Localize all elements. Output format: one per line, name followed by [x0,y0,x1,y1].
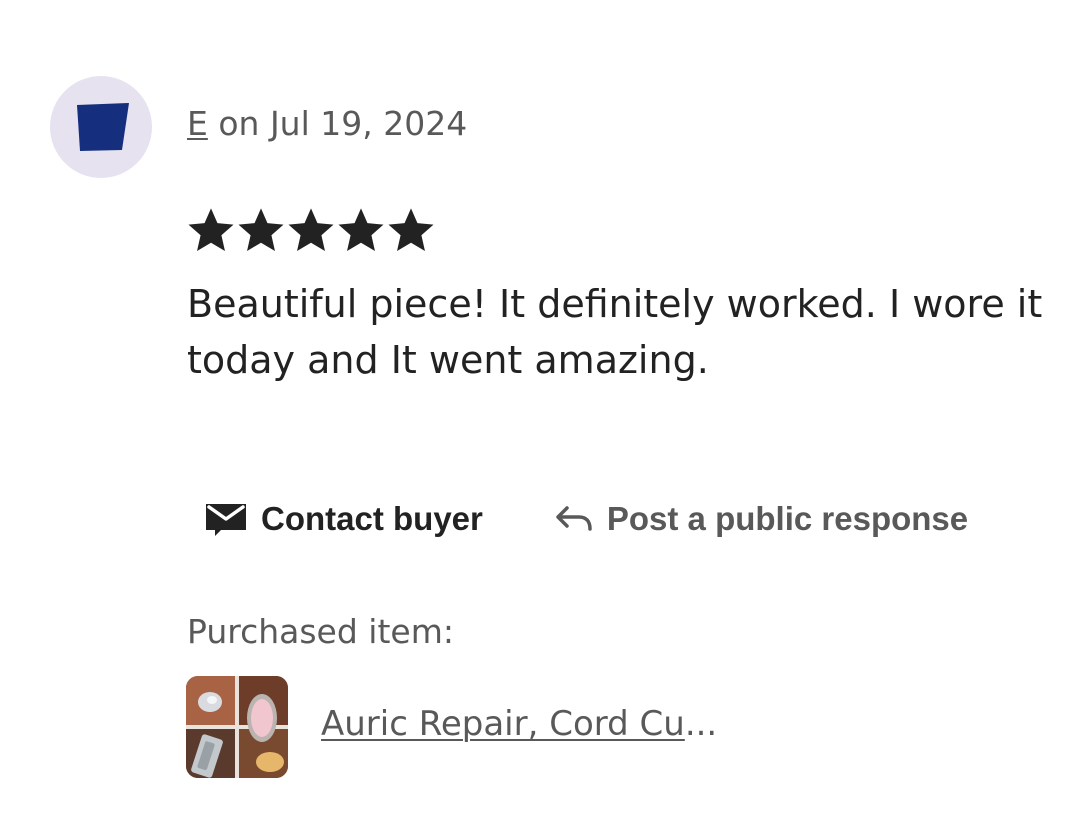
post-public-response-button[interactable]: Post a public response [555,500,968,538]
envelope-icon [205,501,247,537]
reviewer-name-link[interactable]: E [187,104,208,143]
review-header: E on Jul 19, 2024 [187,104,467,143]
review-body: Beautiful piece! It definitely worked. I… [187,282,1043,382]
post-public-response-label: Post a public response [606,500,969,537]
star-icon [188,208,234,252]
purchased-item-link[interactable]: Auric Repair, Cord Cu... [321,704,717,744]
purchased-item-label: Purchased item: [187,612,454,651]
star-icon [388,208,434,252]
title-ellipsis: ... [684,704,718,744]
contact-buyer-button[interactable]: Contact buyer [205,500,483,538]
purchased-item-title: Auric Repair, Cord Cu [321,704,685,744]
star-icon [238,208,284,252]
avatar-shape-icon [77,103,129,151]
review-date: on Jul 19, 2024 [218,104,468,143]
star-icon [338,208,384,252]
reviewer-avatar[interactable] [50,76,152,178]
star-icon [288,208,334,252]
contact-buyer-label: Contact buyer [261,500,483,537]
review-actions: Contact buyer Post a public response [205,500,968,538]
reply-arrow-icon [555,504,593,534]
purchased-item-thumbnail[interactable] [186,676,288,778]
star-rating [186,205,436,255]
